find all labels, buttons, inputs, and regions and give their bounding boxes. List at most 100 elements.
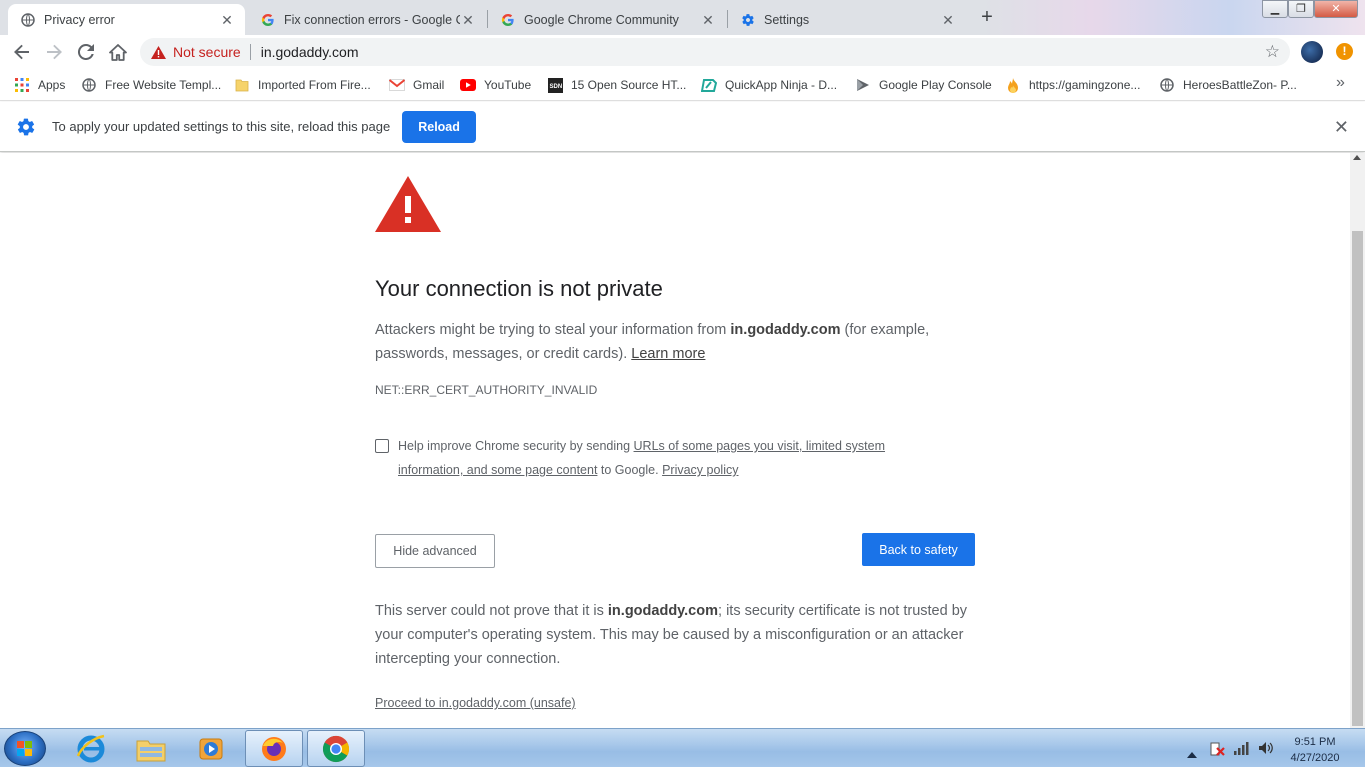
network-signal-icon[interactable] xyxy=(1233,741,1249,755)
taskbar-file-explorer[interactable] xyxy=(122,730,180,767)
tab-title: Google Chrome Community xyxy=(524,12,679,27)
address-bar[interactable]: Not secure in.godaddy.com ☆ xyxy=(140,38,1290,66)
globe-icon xyxy=(20,12,36,28)
error-code: NET::ERR_CERT_AUTHORITY_INVALID xyxy=(375,383,598,397)
bookmark-label: Free Website Templ... xyxy=(105,78,222,92)
checkbox-label: Help improve Chrome security by sending … xyxy=(398,434,938,482)
close-tab-icon[interactable]: ✕ xyxy=(940,12,956,28)
browser-window: Privacy error ✕ Fix connection errors - … xyxy=(0,0,1365,767)
action-center-icon[interactable] xyxy=(1209,742,1225,756)
domain-text: in.godaddy.com xyxy=(607,603,719,619)
reload-page-button[interactable]: Reload xyxy=(402,110,476,143)
start-button[interactable] xyxy=(4,731,46,766)
minimize-button[interactable]: ▁ xyxy=(1262,0,1288,18)
file-explorer-icon xyxy=(136,740,166,761)
tab-strip: Privacy error ✕ Fix connection errors - … xyxy=(0,0,1365,35)
tab-title: Privacy error xyxy=(44,12,115,27)
tab-fix-connection-errors[interactable]: Fix connection errors - Google Ch ✕ xyxy=(248,4,486,35)
gmail-icon xyxy=(389,77,405,93)
scroll-up-arrow-icon[interactable] xyxy=(1353,155,1361,160)
close-icon[interactable]: ✕ xyxy=(1334,118,1349,136)
home-button[interactable] xyxy=(106,40,130,64)
main-message: Attackers might be trying to steal your … xyxy=(375,318,975,366)
close-tab-icon[interactable]: ✕ xyxy=(460,12,476,28)
bookmark-star-icon[interactable]: ☆ xyxy=(1265,42,1280,62)
svg-text:SDN: SDN xyxy=(549,84,562,90)
bookmarks-bar: Apps Free Website Templ... Imported From… xyxy=(0,69,1365,101)
gear-icon xyxy=(17,118,35,135)
chevron-right-double-icon[interactable]: » xyxy=(1336,74,1345,92)
warning-triangle-icon[interactable] xyxy=(151,45,166,59)
proceed-unsafe-link[interactable]: Proceed to in.godaddy.com (unsafe) xyxy=(375,696,576,710)
update-alert-icon[interactable]: ! xyxy=(1336,43,1353,60)
bookmark-gmail[interactable]: Gmail xyxy=(389,76,444,94)
close-tab-icon[interactable]: ✕ xyxy=(219,12,235,28)
extended-reporting-checkbox[interactable] xyxy=(375,439,389,453)
not-secure-label[interactable]: Not secure xyxy=(173,44,241,60)
text-segment: This server could not prove that it is xyxy=(375,603,608,619)
bookmark-free-website-templates[interactable]: Free Website Templ... xyxy=(81,76,221,94)
folder-icon xyxy=(234,77,250,93)
taskbar-media-player[interactable] xyxy=(182,730,240,767)
tab-title: Settings xyxy=(764,12,810,27)
privacy-policy-link[interactable]: Privacy policy xyxy=(662,463,738,477)
play-console-icon xyxy=(855,77,871,93)
profile-avatar[interactable] xyxy=(1301,41,1323,63)
new-tab-button[interactable]: + xyxy=(976,7,998,29)
taskbar-firefox[interactable] xyxy=(245,730,303,767)
bookmark-heroesbattlezon[interactable]: HeroesBattleZon- P... xyxy=(1159,76,1297,94)
arrow-left-icon xyxy=(14,44,29,60)
apps-grid-icon xyxy=(14,77,30,93)
bookmark-label: Google Play Console xyxy=(879,78,992,92)
forward-button[interactable] xyxy=(42,40,66,64)
tab-title: Fix connection errors - Google Ch xyxy=(284,12,460,27)
hide-advanced-button[interactable]: Hide advanced xyxy=(375,534,495,568)
globe-icon xyxy=(81,77,97,93)
reload-button[interactable] xyxy=(74,40,98,64)
quickapp-icon xyxy=(701,77,717,93)
bookmark-gamingzone[interactable]: https://gamingzone... xyxy=(1005,76,1140,94)
media-player-icon xyxy=(199,738,223,759)
bookmark-label: HeroesBattleZon- P... xyxy=(1183,78,1297,92)
windows-logo-icon xyxy=(17,741,32,756)
omnibox-divider xyxy=(249,44,251,60)
bookmark-google-play-console[interactable]: Google Play Console xyxy=(855,76,992,94)
reload-infobar: To apply your updated settings to this s… xyxy=(0,102,1365,152)
google-g-icon xyxy=(260,12,276,28)
volume-icon[interactable] xyxy=(1258,741,1273,754)
bookmark-quickapp-ninja[interactable]: QuickApp Ninja - D... xyxy=(701,76,837,94)
learn-more-link[interactable]: Learn more xyxy=(631,346,705,362)
tab-settings[interactable]: Settings ✕ xyxy=(728,4,966,35)
url-text[interactable]: in.godaddy.com xyxy=(261,44,359,60)
text-segment: Attackers might be trying to steal your … xyxy=(375,322,731,338)
bookmark-apps[interactable]: Apps xyxy=(14,76,65,94)
back-to-safety-button[interactable]: Back to safety xyxy=(862,533,975,566)
arrow-right-icon xyxy=(47,44,62,60)
bookmark-label: Gmail xyxy=(413,78,445,92)
sdn-icon: SDN xyxy=(547,77,563,93)
system-clock[interactable]: 9:51 PM 4/27/2020 xyxy=(1282,734,1348,766)
taskbar-chrome[interactable] xyxy=(307,730,365,767)
bookmark-youtube[interactable]: YouTube xyxy=(460,76,531,94)
bookmark-label: https://gamingzone... xyxy=(1029,78,1141,92)
close-tab-icon[interactable]: ✕ xyxy=(700,12,716,28)
restore-button[interactable]: ❐ xyxy=(1288,0,1314,18)
text-segment: to Google. xyxy=(597,463,663,477)
youtube-icon xyxy=(460,77,476,93)
windows-taskbar: 9:51 PM 4/27/2020 xyxy=(0,728,1365,767)
vertical-scrollbar[interactable] xyxy=(1350,153,1365,728)
details-message: This server could not prove that it is i… xyxy=(375,599,975,671)
close-window-button[interactable]: ✕ xyxy=(1314,0,1358,18)
bookmark-15-open-source[interactable]: SDN 15 Open Source HT... xyxy=(547,76,686,94)
show-hidden-icons-icon[interactable] xyxy=(1187,745,1201,758)
bookmark-imported-from-firefox[interactable]: Imported From Fire... xyxy=(234,76,371,94)
domain-text: in.godaddy.com xyxy=(730,322,841,338)
scrollbar-thumb[interactable] xyxy=(1352,231,1363,726)
bookmark-label: 15 Open Source HT... xyxy=(571,78,687,92)
back-button[interactable] xyxy=(10,40,34,64)
infobar-message: To apply your updated settings to this s… xyxy=(52,119,391,134)
reload-icon xyxy=(78,44,94,60)
taskbar-internet-explorer[interactable] xyxy=(62,730,120,767)
tab-privacy-error[interactable]: Privacy error ✕ xyxy=(8,4,245,35)
tab-google-chrome-community[interactable]: Google Chrome Community ✕ xyxy=(488,4,726,35)
